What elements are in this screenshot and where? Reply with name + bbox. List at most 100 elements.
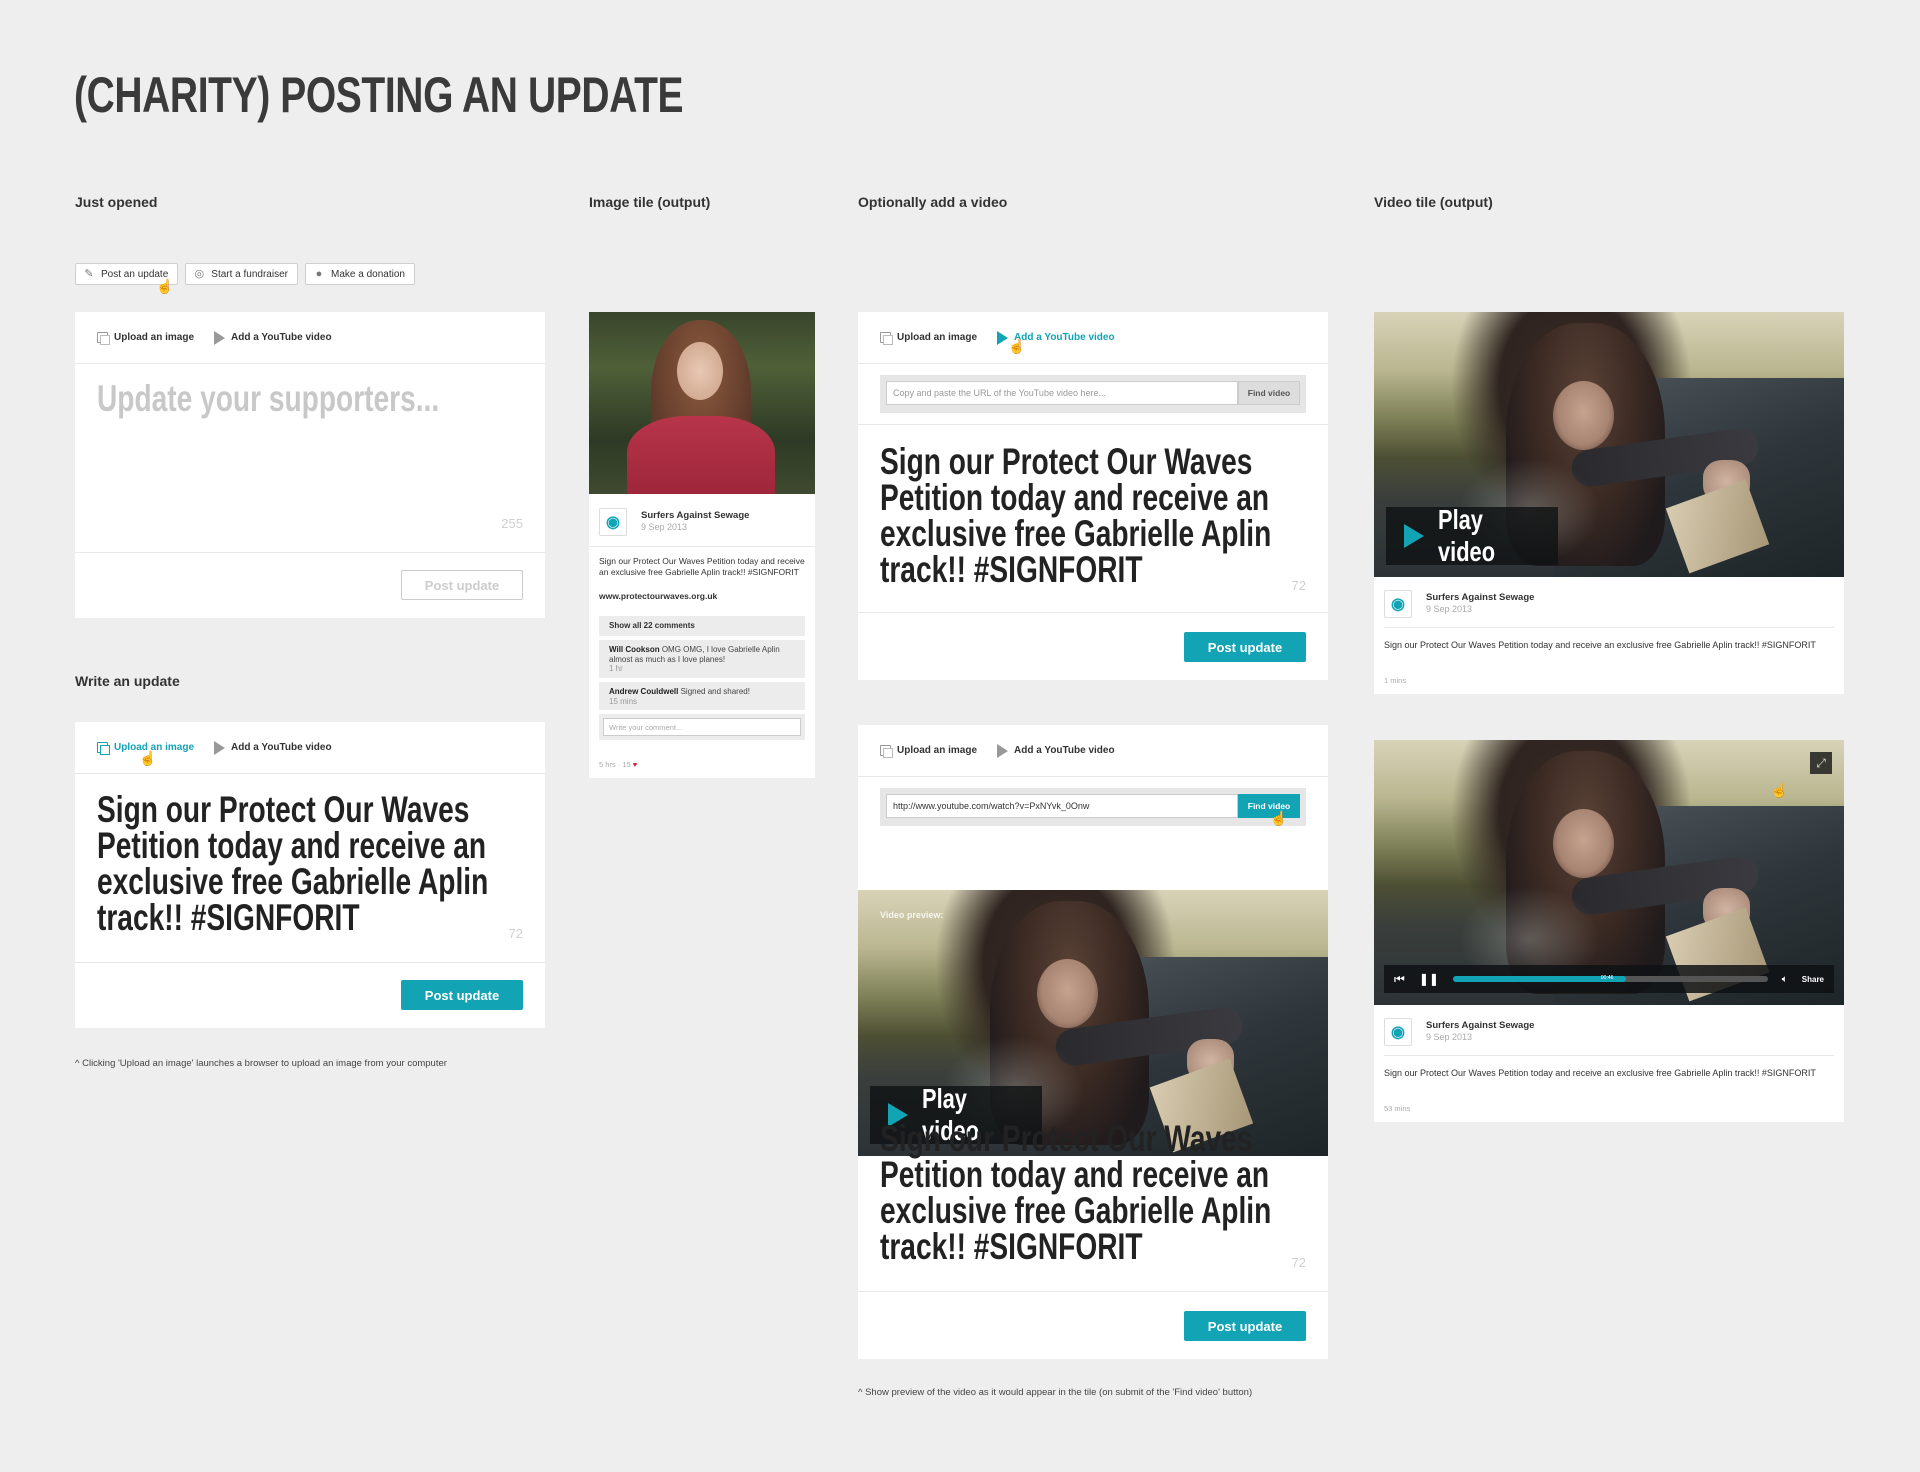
video-preview-label: Video preview: — [880, 910, 944, 920]
photo-face — [677, 342, 723, 400]
play-video-label: Play video — [1438, 504, 1496, 567]
comment-form: Write your comment... — [599, 714, 805, 740]
video-thumbnail[interactable]: Play video — [1374, 312, 1844, 577]
tab-start-fundraiser[interactable]: ◎ Start a fundraiser — [185, 263, 298, 285]
piggy-bank-icon: ● — [315, 268, 323, 280]
video-tile-playing: ⤢ ☝ ⏮ ❚❚ 00:46 🔈︎ Share ◉ Surfers Agains… — [1374, 740, 1844, 1122]
composer-video-preview: Upload an image Add a YouTube video http… — [858, 725, 1328, 1359]
post-meta: 5 hrs · 15 ♥ — [599, 760, 637, 769]
progress-time: 00:46 — [1600, 975, 1614, 981]
comment-text: Signed and shared! — [680, 687, 750, 696]
post-date: 9 Sep 2013 — [641, 522, 688, 532]
divider — [1384, 627, 1834, 628]
post-body: Sign our Protect Our Waves Petition toda… — [1384, 1068, 1816, 1078]
post-body: Sign our Protect Our Waves Petition toda… — [599, 556, 805, 577]
upload-image-label: Upload an image — [897, 745, 978, 756]
heart-icon[interactable]: ♥ — [633, 760, 637, 769]
skip-back-icon[interactable]: ⏮ — [1394, 972, 1405, 987]
post-update-button[interactable]: Post update — [401, 980, 523, 1010]
column-label-video-tile: Video tile (output) — [1374, 194, 1493, 210]
medal-icon: ◎ — [194, 268, 205, 280]
fullscreen-icon[interactable]: ⤢ — [1810, 752, 1832, 774]
comment-time: 1 hr — [609, 664, 623, 673]
post-update-button[interactable]: Post update — [401, 570, 523, 600]
character-counter: 72 — [1291, 1255, 1306, 1270]
find-video-button[interactable]: Find video — [1238, 381, 1300, 405]
meta-text: 5 hrs · 15 — [599, 760, 631, 769]
tab-label: Start a fundraiser — [211, 268, 288, 280]
post-time: 53 mins — [1384, 1104, 1411, 1113]
post-update-button[interactable]: Post update — [1184, 1311, 1306, 1341]
character-counter: 72 — [508, 926, 523, 941]
video-player[interactable]: ⤢ ☝ ⏮ ❚❚ 00:46 🔈︎ Share — [1374, 740, 1844, 1005]
image-icon — [97, 332, 110, 345]
comment-time: 15 mins — [609, 696, 638, 706]
composer-toolbar: Upload an image Add a YouTube video — [858, 725, 1328, 777]
page-title: (CHARITY) POSTING AN UPDATE — [74, 67, 684, 123]
add-youtube-label: Add a YouTube video — [231, 332, 332, 343]
column-label-image-tile: Image tile (output) — [589, 194, 711, 210]
org-name[interactable]: Surfers Against Sewage — [641, 510, 749, 521]
column-label-just-opened: Just opened — [75, 194, 158, 210]
pencil-icon: ✎ — [84, 268, 94, 280]
play-icon — [214, 330, 226, 345]
play-video-button[interactable]: Play video — [1386, 504, 1558, 567]
post-date: 9 Sep 2013 — [1426, 1032, 1473, 1042]
divider — [858, 612, 1328, 613]
add-youtube-label: Add a YouTube video — [1014, 745, 1115, 756]
video-preview[interactable]: Video preview: Play video — [858, 890, 1328, 1156]
play-icon — [1404, 524, 1424, 548]
update-textarea[interactable]: Update your supporters... — [97, 378, 439, 420]
mute-icon[interactable]: 🔈︎ — [1782, 974, 1788, 985]
composer-toolbar: Upload an image Add a YouTube video — [858, 312, 1328, 364]
update-textarea[interactable]: Sign our Protect Our Waves Petition toda… — [880, 1120, 1290, 1265]
org-name[interactable]: Surfers Against Sewage — [1426, 592, 1534, 603]
update-textarea[interactable]: Sign our Protect Our Waves Petition toda… — [97, 791, 507, 936]
photo-dress — [627, 416, 775, 494]
pause-icon[interactable]: ❚❚ — [1419, 972, 1439, 986]
post-update-button[interactable]: Post update — [1184, 632, 1306, 662]
post-link[interactable]: www.protectourwaves.org.uk — [599, 590, 717, 602]
play-icon — [997, 743, 1009, 758]
tab-label: Make a donation — [331, 268, 405, 280]
character-counter: 255 — [501, 516, 523, 531]
play-icon — [997, 330, 1009, 345]
find-video-button[interactable]: Find video — [1238, 794, 1300, 818]
divider — [858, 424, 1328, 425]
video-tile: Play video ◉ Surfers Against Sewage 9 Se… — [1374, 312, 1844, 694]
upload-image-button[interactable]: Upload an image — [97, 332, 194, 345]
upload-image-button[interactable]: Upload an image — [880, 745, 978, 758]
add-youtube-button[interactable]: Add a YouTube video — [214, 330, 332, 345]
divider — [75, 962, 545, 963]
comment-author[interactable]: Will Cookson — [609, 645, 660, 654]
comment-author[interactable]: Andrew Couldwell — [609, 687, 678, 696]
add-youtube-button[interactable]: Add a YouTube video — [997, 743, 1115, 758]
video-url-input[interactable]: http://www.youtube.com/watch?v=PxNYvk_0O… — [886, 794, 1238, 818]
scene-face — [1552, 808, 1614, 878]
share-button[interactable]: Share — [1802, 975, 1824, 984]
post-body: Sign our Protect Our Waves Petition toda… — [1384, 640, 1816, 650]
add-youtube-button[interactable]: Add a YouTube video — [214, 740, 332, 755]
composer-add-video: Upload an image Add a YouTube video ☝ Co… — [858, 312, 1328, 680]
comment: Andrew Couldwell Signed and shared! 15 m… — [599, 682, 805, 710]
tab-make-donation[interactable]: ● Make a donation — [305, 263, 415, 285]
update-textarea[interactable]: Sign our Protect Our Waves Petition toda… — [880, 443, 1290, 588]
image-icon — [880, 332, 893, 345]
show-comments-button[interactable]: Show all 22 comments — [599, 616, 805, 636]
image-icon — [97, 742, 110, 755]
hand-cursor-icon: ☝ — [139, 750, 157, 766]
footnote-upload: ^ Clicking 'Upload an image' launches a … — [75, 1058, 447, 1069]
org-name[interactable]: Surfers Against Sewage — [1426, 1020, 1534, 1031]
tile-photo — [589, 312, 815, 494]
column-label-write-update: Write an update — [75, 673, 180, 689]
comment-input[interactable]: Write your comment... — [603, 718, 801, 736]
composer-empty: Upload an image Add a YouTube video Upda… — [75, 312, 545, 618]
video-url-input[interactable]: Copy and paste the URL of the YouTube vi… — [886, 381, 1238, 405]
upload-image-label: Upload an image — [897, 332, 978, 343]
footnote-preview: ^ Show preview of the video as it would … — [858, 1387, 1253, 1398]
upload-image-button[interactable]: Upload an image — [880, 332, 978, 345]
progress-track[interactable]: 00:46 — [1452, 975, 1768, 982]
add-youtube-label: Add a YouTube video — [1014, 332, 1115, 343]
character-counter: 72 — [1291, 578, 1306, 593]
column-label-add-video: Optionally add a video — [858, 194, 1008, 210]
